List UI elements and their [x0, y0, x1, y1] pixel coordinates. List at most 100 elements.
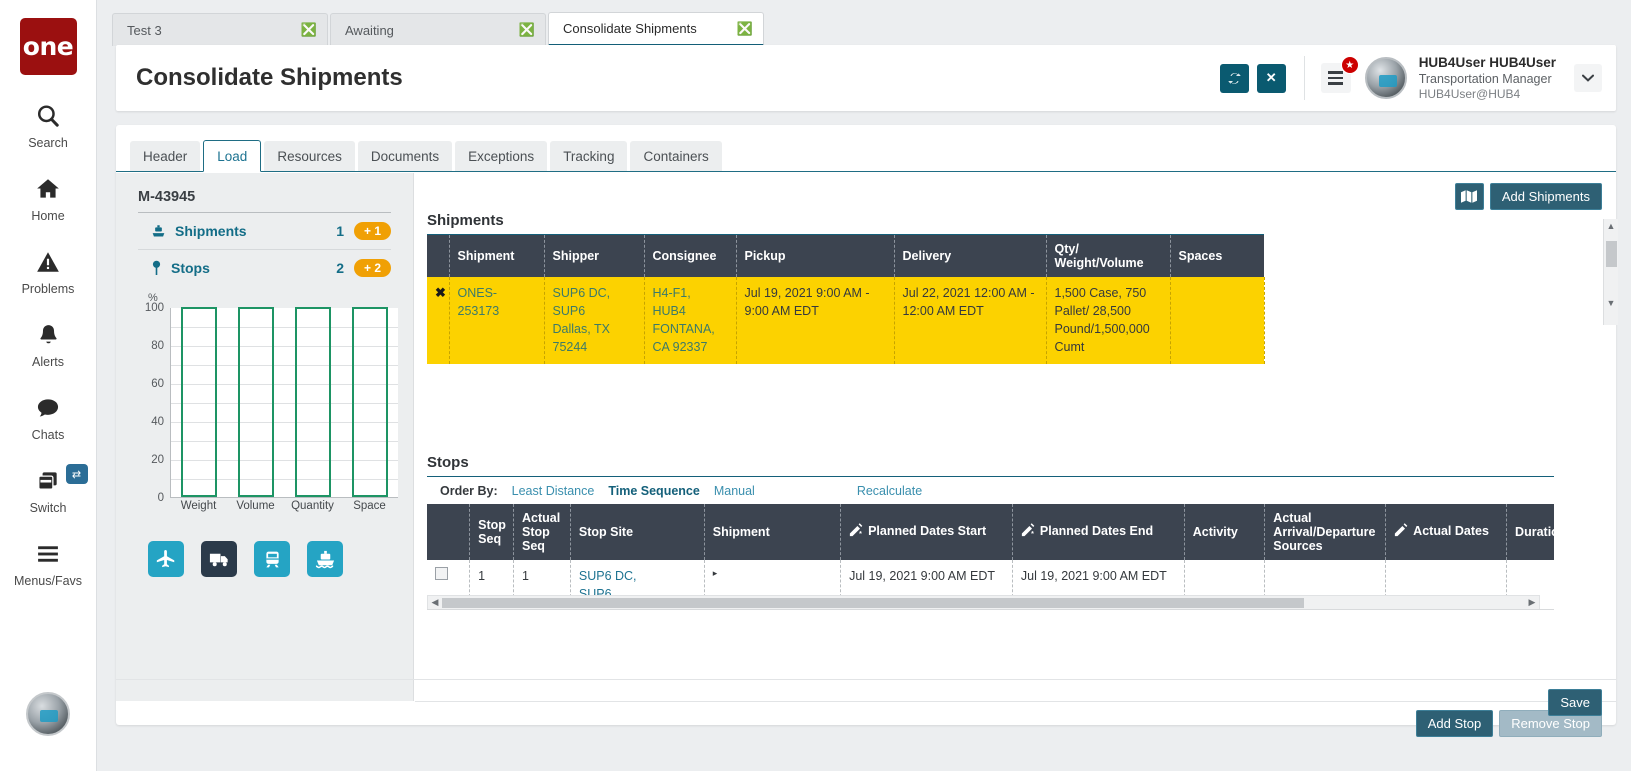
tab-exceptions[interactable]: Exceptions	[455, 141, 547, 171]
col-planned-dates-start[interactable]: *Planned Dates Start	[841, 504, 1013, 560]
summary-pill[interactable]: + 2	[354, 259, 391, 277]
col-actual-dates[interactable]: Actual Dates	[1386, 504, 1507, 560]
one-logo[interactable]: one	[20, 18, 77, 75]
tab-load[interactable]: Load	[203, 140, 261, 172]
tab-label: Containers	[643, 149, 708, 164]
scroll-down-arrow-icon[interactable]: ▼	[1604, 298, 1618, 308]
sidebar-label-switch: Switch	[30, 501, 67, 515]
browser-tab-consolidate-shipments[interactable]: Consolidate Shipments ❎	[548, 12, 764, 46]
close-icon[interactable]: ❎	[301, 22, 317, 38]
col-shipment[interactable]: Shipment	[449, 235, 544, 277]
close-icon[interactable]: ❎	[519, 22, 535, 38]
scroll-up-arrow-icon[interactable]: ▲	[1604, 219, 1618, 231]
col-label: Planned Dates End	[1040, 524, 1153, 538]
browser-tab-awaiting[interactable]: Awaiting ❎	[330, 13, 546, 46]
air-mode-icon[interactable]	[148, 541, 184, 577]
horizontal-scrollbar[interactable]: ◀ ▶	[427, 595, 1540, 610]
col-qty-weight-volume[interactable]: Qty/ Weight/Volume	[1046, 235, 1170, 277]
sidebar-item-switch[interactable]: ⇄ Switch	[0, 464, 97, 515]
save-button[interactable]: Save	[1548, 689, 1602, 716]
cell-pickup: Jul 19, 2021 9:00 AM - 9:00 AM EDT	[736, 277, 894, 364]
table-row[interactable]: ✖ ONES-253173 SUP6 DC, SUP6 Dallas, TX 7…	[427, 277, 1264, 364]
horizontal-scroll-thumb[interactable]	[442, 598, 1304, 608]
utilization-chart: % 100 80 60 40 20 0	[138, 308, 400, 523]
map-icon[interactable]	[1455, 183, 1484, 210]
svg-text:*: *	[1031, 531, 1034, 537]
summary-row-shipments[interactable]: Shipments 1 + 1	[138, 213, 391, 250]
col-shipper[interactable]: Shipper	[544, 235, 644, 277]
vertical-scrollbar[interactable]: ▲ ▼	[1603, 219, 1618, 325]
col-select	[427, 504, 470, 560]
sidebar-item-alerts[interactable]: Alerts	[0, 318, 97, 369]
col-shipment[interactable]: Shipment	[704, 504, 840, 560]
table-header-row: Stop Seq Actual Stop Seq Stop Site Shipm…	[427, 504, 1554, 560]
col-activity[interactable]: Activity	[1184, 504, 1265, 560]
user-email: HUB4User@HUB4	[1419, 87, 1556, 102]
user-menu-chevron-down-icon[interactable]	[1574, 64, 1602, 92]
sidebar-item-home[interactable]: Home	[0, 172, 97, 223]
sidebar-item-problems[interactable]: Problems	[0, 245, 97, 296]
switch-badge-icon[interactable]: ⇄	[66, 464, 88, 484]
browser-tab-test-3[interactable]: Test 3 ❎	[112, 13, 328, 46]
col-actual-arrival-departure-sources[interactable]: Actual Arrival/Departure Sources	[1265, 504, 1386, 560]
tab-tracking[interactable]: Tracking	[550, 141, 627, 171]
movement-id: M-43945	[138, 189, 391, 213]
order-manual[interactable]: Manual	[714, 484, 755, 498]
col-stop-site[interactable]: Stop Site	[570, 504, 704, 560]
chart-x-labels: Weight Volume Quantity Space	[170, 500, 398, 512]
close-icon[interactable]: ❎	[737, 21, 753, 37]
col-duration[interactable]: Duration	[1507, 504, 1554, 560]
order-least-distance[interactable]: Least Distance	[512, 484, 595, 498]
recalculate-link[interactable]: Recalculate	[857, 484, 922, 498]
cell-shipper[interactable]: SUP6 DC, SUP6 Dallas, TX 75244	[544, 277, 644, 364]
sidebar-label-problems: Problems	[22, 282, 75, 296]
sidebar-item-chats[interactable]: Chats	[0, 391, 97, 442]
tab-resources[interactable]: Resources	[264, 141, 355, 171]
col-actual-stop-seq[interactable]: Actual Stop Seq	[514, 504, 571, 560]
notifications-menu-button[interactable]: ★	[1321, 63, 1351, 93]
chart-bar-volume	[238, 307, 274, 497]
col-stop-seq[interactable]: Stop Seq	[470, 504, 514, 560]
row-checkbox[interactable]	[435, 567, 448, 580]
col-delivery[interactable]: Delivery	[894, 235, 1046, 277]
remove-shipment-icon[interactable]: ✖	[427, 277, 449, 364]
refresh-button[interactable]	[1220, 64, 1249, 93]
sidebar-item-search[interactable]: Search	[0, 99, 97, 150]
summary-pill[interactable]: + 1	[354, 222, 391, 240]
sidebar-label-menus-favs: Menus/Favs	[14, 574, 82, 588]
tab-documents[interactable]: Documents	[358, 141, 452, 171]
scroll-left-arrow-icon[interactable]: ◀	[428, 597, 442, 608]
user-name: HUB4User HUB4User	[1419, 54, 1556, 71]
ocean-mode-icon[interactable]	[307, 541, 343, 577]
rail-mode-icon[interactable]	[254, 541, 290, 577]
tab-bar: Header Load Resources Documents Exceptio…	[116, 138, 1616, 172]
nav-avatar[interactable]	[26, 692, 70, 736]
tab-header[interactable]: Header	[130, 141, 200, 171]
close-button[interactable]: ✕	[1257, 64, 1286, 93]
cell-shipment[interactable]: ONES-253173	[449, 277, 544, 364]
summary-count: 1	[336, 223, 344, 239]
bell-icon	[36, 318, 61, 352]
sidebar-item-menus-favs[interactable]: Menus/Favs	[0, 537, 97, 588]
order-time-sequence[interactable]: Time Sequence	[608, 484, 699, 498]
col-pickup[interactable]: Pickup	[736, 235, 894, 277]
cell-consignee[interactable]: H4-F1, HUB4 FONTANA, CA 92337	[644, 277, 736, 364]
shipments-section-title: Shipments	[427, 212, 1264, 235]
add-shipments-button[interactable]: Add Shipments	[1490, 183, 1602, 210]
avatar[interactable]	[1365, 57, 1407, 99]
col-consignee[interactable]: Consignee	[644, 235, 736, 277]
col-planned-dates-end[interactable]: * Planned Dates End	[1012, 504, 1184, 560]
switch-icon	[34, 464, 62, 498]
load-detail-panel: Add Shipments Shipments Shipment Shipper…	[415, 173, 1616, 701]
summary-row-stops[interactable]: Stops 2 + 2	[138, 250, 391, 286]
shipments-toolbar: Add Shipments	[427, 182, 1602, 210]
chart-ytick: 100	[145, 302, 164, 314]
summary-label: Shipments	[175, 223, 336, 239]
cell-spaces	[1170, 277, 1264, 364]
tab-containers[interactable]: Containers	[630, 141, 721, 171]
vertical-scroll-thumb[interactable]	[1606, 241, 1617, 267]
star-badge-icon: ★	[1341, 56, 1359, 74]
scroll-right-arrow-icon[interactable]: ▶	[1525, 597, 1539, 608]
truck-mode-icon[interactable]	[201, 541, 237, 577]
col-spaces[interactable]: Spaces	[1170, 235, 1264, 277]
